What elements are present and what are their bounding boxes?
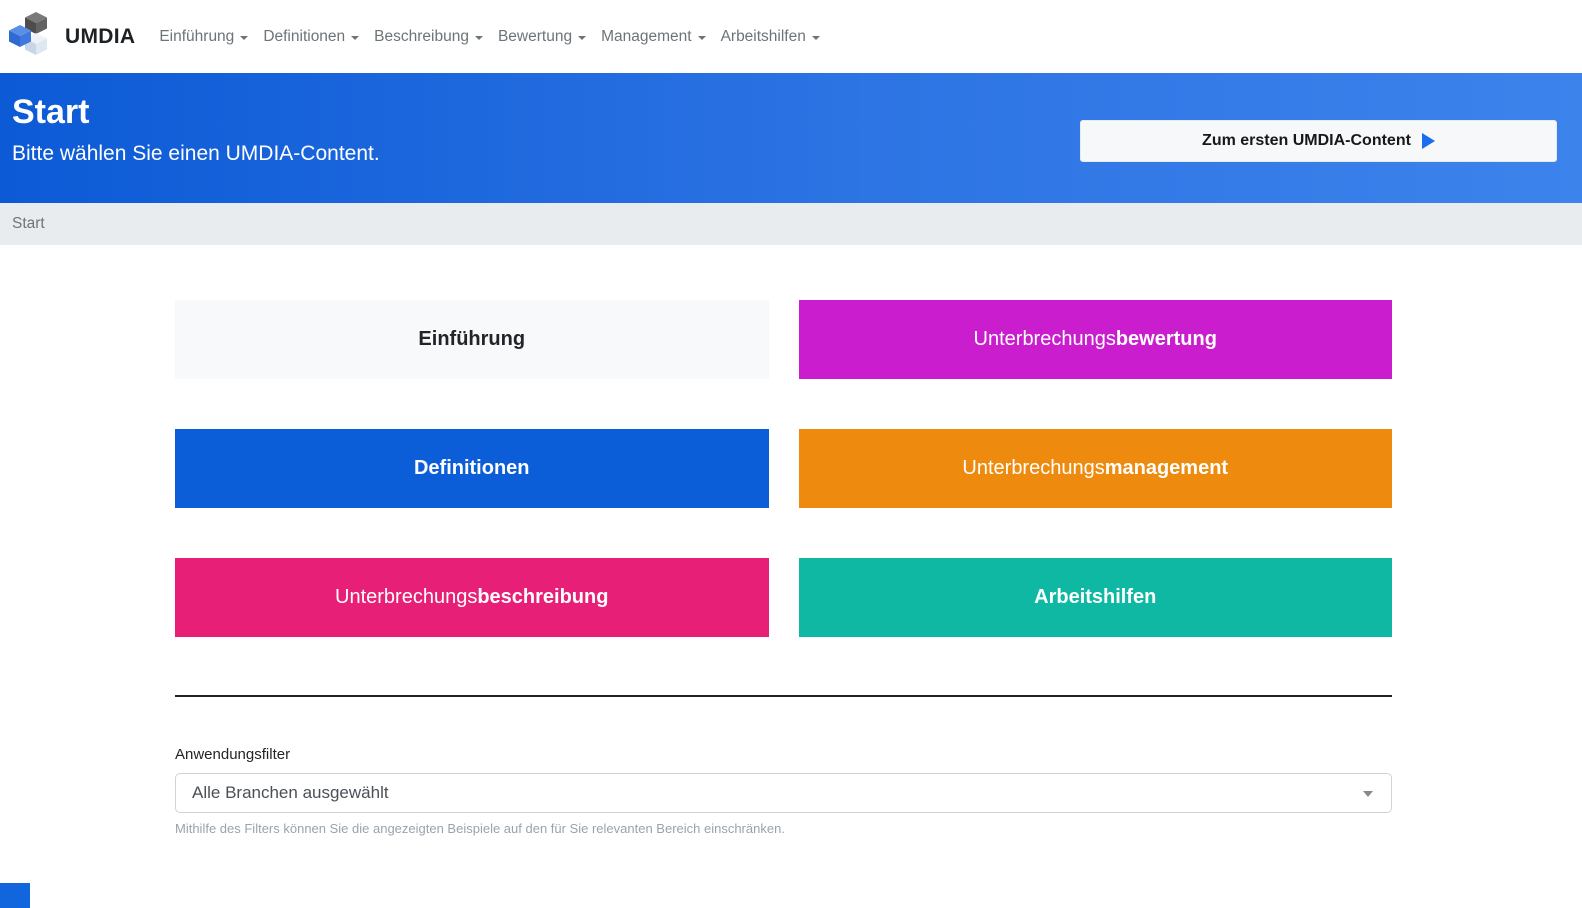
tile-unterbrechungsbewertung[interactable]: Unterbrechungsbewertung	[798, 300, 1392, 379]
menu-item-label: Management	[601, 27, 692, 45]
chevron-down-icon	[240, 35, 249, 40]
menu-item-label: Arbeitshilfen	[720, 27, 806, 45]
chevron-down-icon	[474, 35, 483, 40]
select-caret-icon	[1363, 791, 1373, 797]
tile-label: beschreibung	[477, 586, 609, 608]
chevron-down-icon	[811, 35, 820, 40]
tile-label: Arbeitshilfen	[1034, 586, 1157, 608]
chevron-down-icon	[578, 35, 587, 40]
play-icon	[1421, 133, 1435, 149]
tile-label: Einführung	[418, 328, 526, 350]
menu-item-arbeitshilfen[interactable]: Arbeitshilfen	[721, 20, 835, 54]
menu-item-label: Beschreibung	[374, 27, 469, 45]
main-content: Einführung Unterbrechungsbewertung Defin…	[175, 300, 1392, 836]
chevron-down-icon	[351, 35, 360, 40]
branch-filter-selected-value: Alle Branchen ausgewählt	[192, 783, 389, 802]
tile-label: Definitionen	[413, 457, 530, 479]
menu-item-label: Bewertung	[497, 27, 573, 45]
brand[interactable]: UMDIA	[8, 11, 135, 62]
tile-label-prefix: Unterbrechungs	[962, 457, 1105, 479]
menu-item-label: Einführung	[159, 27, 235, 45]
tile-label-prefix: Unterbrechungs	[973, 328, 1116, 350]
content-tile-grid: Einführung Unterbrechungsbewertung Defin…	[175, 300, 1392, 637]
tile-label-prefix: Unterbrechungs	[335, 586, 478, 608]
breadcrumb-current: Start	[12, 215, 45, 232]
branch-filter-select[interactable]: Alle Branchen ausgewählt	[175, 773, 1392, 813]
breadcrumb: Start	[0, 203, 1582, 245]
tile-unterbrechungsbeschreibung[interactable]: Unterbrechungsbeschreibung	[175, 558, 769, 637]
menu-item-bewertung[interactable]: Bewertung	[498, 20, 601, 54]
umdia-logo-icon	[8, 11, 54, 62]
brand-title: UMDIA	[65, 24, 136, 48]
menu-item-management[interactable]: Management	[601, 20, 720, 54]
menu-item-beschreibung[interactable]: Beschreibung	[374, 20, 498, 54]
menu-item-label: Definitionen	[263, 27, 346, 45]
tile-label: management	[1104, 457, 1229, 479]
section-divider	[175, 695, 1392, 697]
tile-unterbrechungsmanagement[interactable]: Unterbrechungsmanagement	[798, 429, 1392, 508]
navbar: UMDIA Einführung Definitionen Beschreibu…	[0, 0, 1582, 73]
tile-einfuehrung[interactable]: Einführung	[175, 300, 769, 379]
footer-fragment	[0, 883, 30, 908]
filter-label: Anwendungsfilter	[175, 746, 291, 763]
tile-definitionen[interactable]: Definitionen	[175, 429, 769, 508]
menu-item-definitionen[interactable]: Definitionen	[263, 20, 374, 54]
menu-item-einfuehrung[interactable]: Einführung	[159, 20, 263, 54]
tile-label: bewertung	[1115, 328, 1217, 350]
first-content-button-label: Zum ersten UMDIA-Content	[1202, 132, 1411, 149]
main-menu: Einführung Definitionen Beschreibung Bew…	[159, 20, 835, 54]
chevron-down-icon	[697, 35, 706, 40]
filter-help-text: Mithilfe des Filters können Sie die ange…	[175, 821, 785, 836]
hero-banner: Start Bitte wählen Sie einen UMDIA-Conte…	[0, 73, 1582, 203]
tile-arbeitshilfen[interactable]: Arbeitshilfen	[798, 558, 1392, 637]
first-content-button[interactable]: Zum ersten UMDIA-Content	[1080, 120, 1557, 162]
